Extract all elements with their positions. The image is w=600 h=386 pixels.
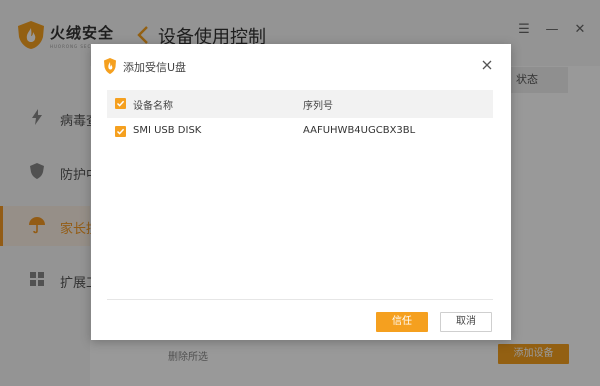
row-checkbox[interactable] [115, 126, 126, 137]
serial-number-cell: AAFUHWB4UGCBX3BL [303, 125, 416, 136]
close-icon[interactable] [479, 57, 495, 73]
column-header-device-name: 设备名称 [133, 101, 173, 112]
trust-button[interactable]: 信任 [376, 312, 428, 332]
table-row[interactable]: SMI USB DISK AAFUHWB4UGCBX3BL [107, 118, 493, 146]
dialog-title: 添加受信U盘 [123, 61, 187, 74]
device-table: 设备名称 序列号 SMI USB DISK AAFUHWB4UGCBX3BL [107, 90, 493, 300]
select-all-checkbox[interactable] [115, 98, 126, 109]
add-trusted-usb-dialog: 添加受信U盘 设备名称 序列号 SMI USB DISK AAFUHWB4UGC… [91, 44, 511, 340]
table-header: 设备名称 序列号 [107, 90, 493, 118]
column-header-serial: 序列号 [303, 101, 333, 112]
cancel-button[interactable]: 取消 [440, 312, 492, 332]
huorong-logo-icon [104, 58, 116, 74]
device-name-cell: SMI USB DISK [133, 125, 202, 136]
